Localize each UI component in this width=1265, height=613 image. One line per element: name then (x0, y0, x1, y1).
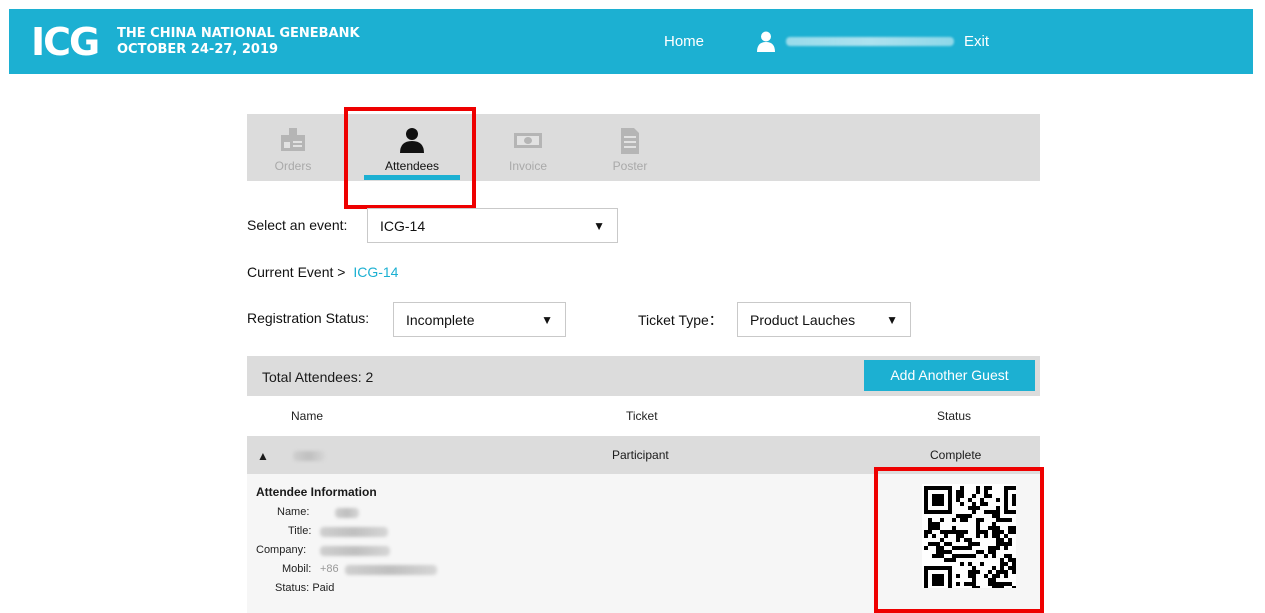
status-label: Status: Paid (275, 582, 334, 594)
user-icon[interactable] (755, 30, 777, 52)
attendees-tab-highlight (344, 107, 476, 209)
row-status: Complete (930, 448, 982, 462)
ticket-type-label: Ticket Type： (638, 312, 723, 328)
badge-icon (281, 128, 305, 151)
chevron-down-icon: ▼ (886, 312, 898, 327)
column-header-status[interactable]: Status (937, 409, 971, 423)
column-header-name[interactable]: Name (291, 409, 323, 423)
home-link[interactable]: Home (664, 33, 704, 50)
current-event-link[interactable]: ICG-14 (353, 264, 398, 280)
event-dropdown[interactable]: ICG-14 ▼ (367, 208, 618, 243)
mobile-value-blurred (345, 565, 437, 575)
status-value: Paid (312, 582, 335, 594)
current-event-breadcrumb: Current Event > ICG-14 (247, 264, 398, 280)
status-label-text: Status: (275, 582, 310, 594)
tab-poster[interactable]: Poster (590, 114, 670, 181)
chevron-down-icon: ▼ (593, 218, 605, 233)
money-icon (514, 133, 542, 148)
ticket-type-dropdown[interactable]: Product Lauches ▼ (737, 302, 911, 337)
company-value-blurred (320, 546, 390, 556)
exit-link[interactable]: Exit (964, 33, 989, 50)
registration-status-dropdown[interactable]: Incomplete ▼ (393, 302, 566, 337)
event-dropdown-value: ICG-14 (380, 217, 426, 234)
org-name: THE CHINA NATIONAL GENEBANK (117, 26, 360, 41)
tab-orders-label: Orders (274, 159, 312, 173)
name-value-blurred (335, 508, 359, 518)
add-another-guest-button[interactable]: Add Another Guest (864, 360, 1035, 391)
column-header-ticket[interactable]: Ticket (626, 409, 658, 423)
title-label: Title: (288, 525, 312, 537)
row-ticket: Participant (612, 448, 669, 462)
mobile-prefix: +86 (320, 563, 339, 575)
qr-code-highlight (874, 467, 1044, 613)
ticket-type-value: Product Lauches (750, 311, 856, 328)
top-header: ICG THE CHINA NATIONAL GENEBANK OCTOBER … (9, 9, 1253, 74)
tab-orders[interactable]: Orders (253, 114, 333, 181)
current-event-label: Current Event > (247, 264, 346, 280)
logo-subtitle: THE CHINA NATIONAL GENEBANK OCTOBER 24-2… (117, 26, 360, 58)
document-icon (621, 128, 639, 154)
chevron-down-icon: ▼ (541, 312, 553, 327)
tab-invoice[interactable]: Invoice (488, 114, 568, 181)
company-label: Company: (256, 544, 307, 556)
user-name-blurred[interactable] (786, 37, 954, 46)
mobile-label: Mobil: (282, 563, 312, 575)
tab-poster-label: Poster (612, 159, 648, 173)
attendee-info-title: Attendee Information (256, 485, 377, 499)
tab-invoice-label: Invoice (508, 159, 548, 173)
event-dates: OCTOBER 24-27, 2019 (117, 42, 279, 57)
registration-status-label: Registration Status: (247, 310, 370, 326)
name-label: Name: (277, 506, 310, 518)
registration-status-value: Incomplete (406, 311, 475, 328)
collapse-arrow-icon[interactable]: ▲ (257, 449, 269, 463)
icg-logo[interactable]: ICG (31, 22, 100, 62)
select-event-label: Select an event: (247, 217, 348, 233)
title-value-blurred (320, 527, 388, 537)
attendee-name-blurred (293, 451, 325, 461)
total-attendees: Total Attendees: 2 (262, 369, 374, 385)
attendees-table-header: Total Attendees: 2 Add Another Guest (247, 356, 1040, 396)
